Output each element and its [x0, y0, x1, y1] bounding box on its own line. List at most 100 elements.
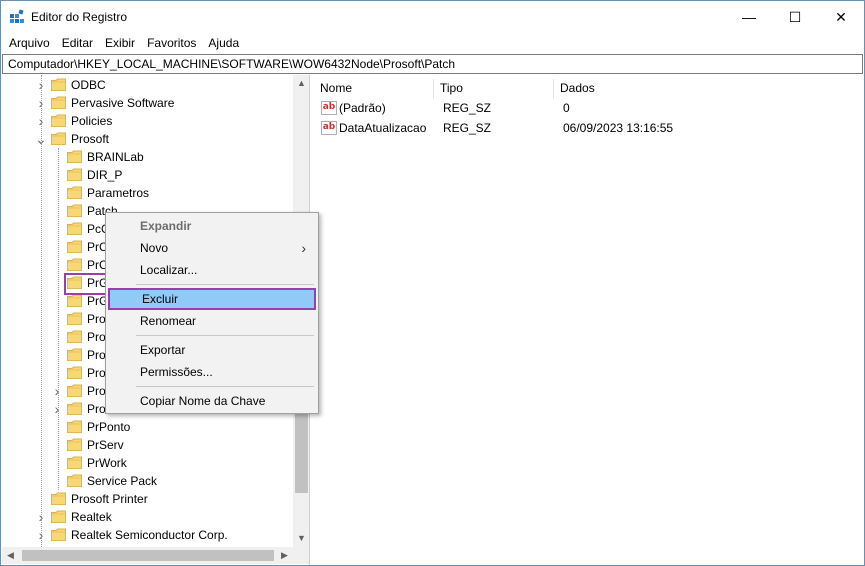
tree-item[interactable]: ⌄ Prosoft	[2, 130, 293, 148]
registry-editor-icon	[9, 9, 25, 25]
tree-item[interactable]: › Realtek Semiconductor Corp.	[2, 526, 293, 544]
folder-icon	[67, 456, 82, 469]
folder-icon	[67, 240, 82, 253]
folder-icon	[67, 348, 82, 361]
menu-bar: Arquivo Editar Exibir Favoritos Ajuda	[1, 33, 864, 53]
tree-item-label: Prosoft	[71, 132, 110, 146]
tree-item-label: Policies	[71, 114, 113, 128]
tree-item[interactable]: Parametros	[2, 184, 293, 202]
context-menu-item-label: Localizar...	[140, 263, 198, 277]
scroll-right-icon[interactable]: ▶	[276, 547, 293, 564]
scroll-down-icon[interactable]: ▼	[293, 530, 309, 547]
folder-icon	[67, 186, 82, 199]
tree-item-label: PrWork	[87, 456, 127, 470]
tree-item[interactable]: PrServ	[2, 436, 293, 454]
context-menu-item-label: Permissões...	[140, 365, 213, 379]
folder-icon	[51, 114, 66, 127]
close-button[interactable]: ✕	[818, 1, 864, 33]
tree-item-label: Pro	[87, 312, 106, 326]
tree-item[interactable]: Service Pack	[2, 472, 293, 490]
tree-item-label: Pro	[87, 330, 106, 344]
tree-item-label: Realtek Semiconductor Corp.	[71, 528, 228, 542]
folder-icon	[67, 312, 82, 325]
context-menu-item-exportar[interactable]: Exportar	[108, 339, 316, 361]
tree-item[interactable]: DIR_P	[2, 166, 293, 184]
context-menu: Expandir Novo › Localizar... Excluir Renomear…	[105, 212, 319, 414]
column-header-nome[interactable]: Nome	[314, 79, 434, 99]
menu-ajuda[interactable]: Ajuda	[202, 33, 245, 53]
folder-icon	[67, 222, 82, 235]
tree-item[interactable]: › ODBC	[2, 76, 293, 94]
tree-item-label: Pro	[87, 348, 106, 362]
context-menu-item-expandir[interactable]: Expandir	[108, 215, 316, 237]
context-menu-item-label: Excluir	[142, 292, 179, 306]
folder-icon	[67, 204, 82, 217]
maximize-button[interactable]: ☐	[772, 1, 818, 33]
tree-item[interactable]: Prosoft Printer	[2, 490, 293, 508]
string-value-icon: ab	[321, 101, 337, 115]
menu-arquivo[interactable]: Arquivo	[3, 33, 56, 53]
context-menu-item-renomear[interactable]: Renomear	[108, 310, 316, 332]
minimize-button[interactable]: —	[726, 1, 772, 33]
tree-item-label: Realtek	[71, 510, 112, 524]
tree-item[interactable]: PrPonto	[2, 418, 293, 436]
tree-horizontal-scroll-thumb[interactable]	[22, 550, 274, 561]
tree-vertical-scroll-thumb[interactable]	[295, 405, 308, 493]
value-name: (Padrão)	[339, 101, 386, 115]
tree-item[interactable]: BRAINLab	[2, 148, 293, 166]
folder-icon	[67, 438, 82, 451]
values-list-pane: Nome Tipo Dados ab (Padrão) REG_SZ 0 ab …	[314, 75, 863, 565]
list-row[interactable]: ab (Padrão) REG_SZ 0	[314, 99, 863, 119]
string-value-icon: ab	[321, 121, 337, 135]
tree-item-label: DIR_P	[87, 168, 123, 182]
context-menu-item-copiar-nome-da-chave[interactable]: Copiar Nome da Chave	[108, 390, 316, 412]
tree-item-label: Pervasive Software	[71, 96, 175, 110]
scroll-left-icon[interactable]: ◀	[2, 547, 19, 564]
tree-item-label: Pro	[87, 366, 106, 380]
folder-icon	[67, 258, 82, 271]
value-data: 06/09/2023 13:16:55	[563, 121, 674, 135]
menu-favoritos[interactable]: Favoritos	[141, 33, 202, 53]
tree-item-label: Parametros	[87, 186, 150, 200]
menu-editar[interactable]: Editar	[56, 33, 99, 53]
tree-item-label: Prosoft Printer	[71, 492, 148, 506]
tree-horizontal-scrollbar[interactable]: ◀ ▶	[2, 547, 293, 564]
tree-item-label: Service Pack	[87, 474, 158, 488]
tree-item[interactable]: › Realtek	[2, 508, 293, 526]
folder-icon	[67, 420, 82, 433]
list-header: Nome Tipo Dados	[314, 79, 863, 99]
folder-icon	[67, 474, 82, 487]
tree-item-label: ODBC	[71, 78, 106, 92]
menu-separator	[136, 284, 314, 285]
context-menu-item-localizar[interactable]: Localizar...	[108, 259, 316, 281]
context-menu-item-novo[interactable]: Novo ›	[108, 237, 316, 259]
menu-separator	[136, 386, 314, 387]
address-bar[interactable]: Computador\HKEY_LOCAL_MACHINE\SOFTWARE\W…	[2, 54, 863, 74]
folder-icon	[67, 384, 82, 397]
context-menu-item-excluir[interactable]: Excluir	[108, 288, 316, 310]
tree-item-label: Pro	[87, 384, 106, 398]
tree-item[interactable]: › Pervasive Software	[2, 94, 293, 112]
tree-item-label: Pro	[87, 402, 106, 416]
context-menu-item-label: Renomear	[140, 314, 197, 328]
tree-item[interactable]: › Policies	[2, 112, 293, 130]
value-type: REG_SZ	[443, 121, 492, 135]
folder-icon	[51, 528, 66, 541]
value-data: 0	[563, 101, 570, 115]
chevron-right-icon[interactable]: ›	[51, 382, 63, 400]
folder-icon	[67, 150, 82, 163]
list-row[interactable]: ab DataAtualizacao REG_SZ 06/09/2023 13:…	[314, 119, 863, 139]
folder-icon	[67, 330, 82, 343]
folder-icon	[67, 168, 82, 181]
tree-guide-line	[58, 148, 59, 490]
column-header-tipo[interactable]: Tipo	[434, 79, 554, 99]
column-header-dados[interactable]: Dados	[554, 79, 854, 99]
tree-item[interactable]: PrWork	[2, 454, 293, 472]
scroll-up-icon[interactable]: ▲	[293, 75, 309, 92]
folder-icon	[51, 78, 66, 91]
registry-editor-window: Editor do Registro — ☐ ✕ Arquivo Editar …	[0, 0, 865, 566]
window-title: Editor do Registro	[31, 10, 128, 24]
chevron-right-icon[interactable]: ›	[51, 400, 63, 418]
menu-exibir[interactable]: Exibir	[99, 33, 141, 53]
context-menu-item-permiss-es[interactable]: Permissões...	[108, 361, 316, 383]
